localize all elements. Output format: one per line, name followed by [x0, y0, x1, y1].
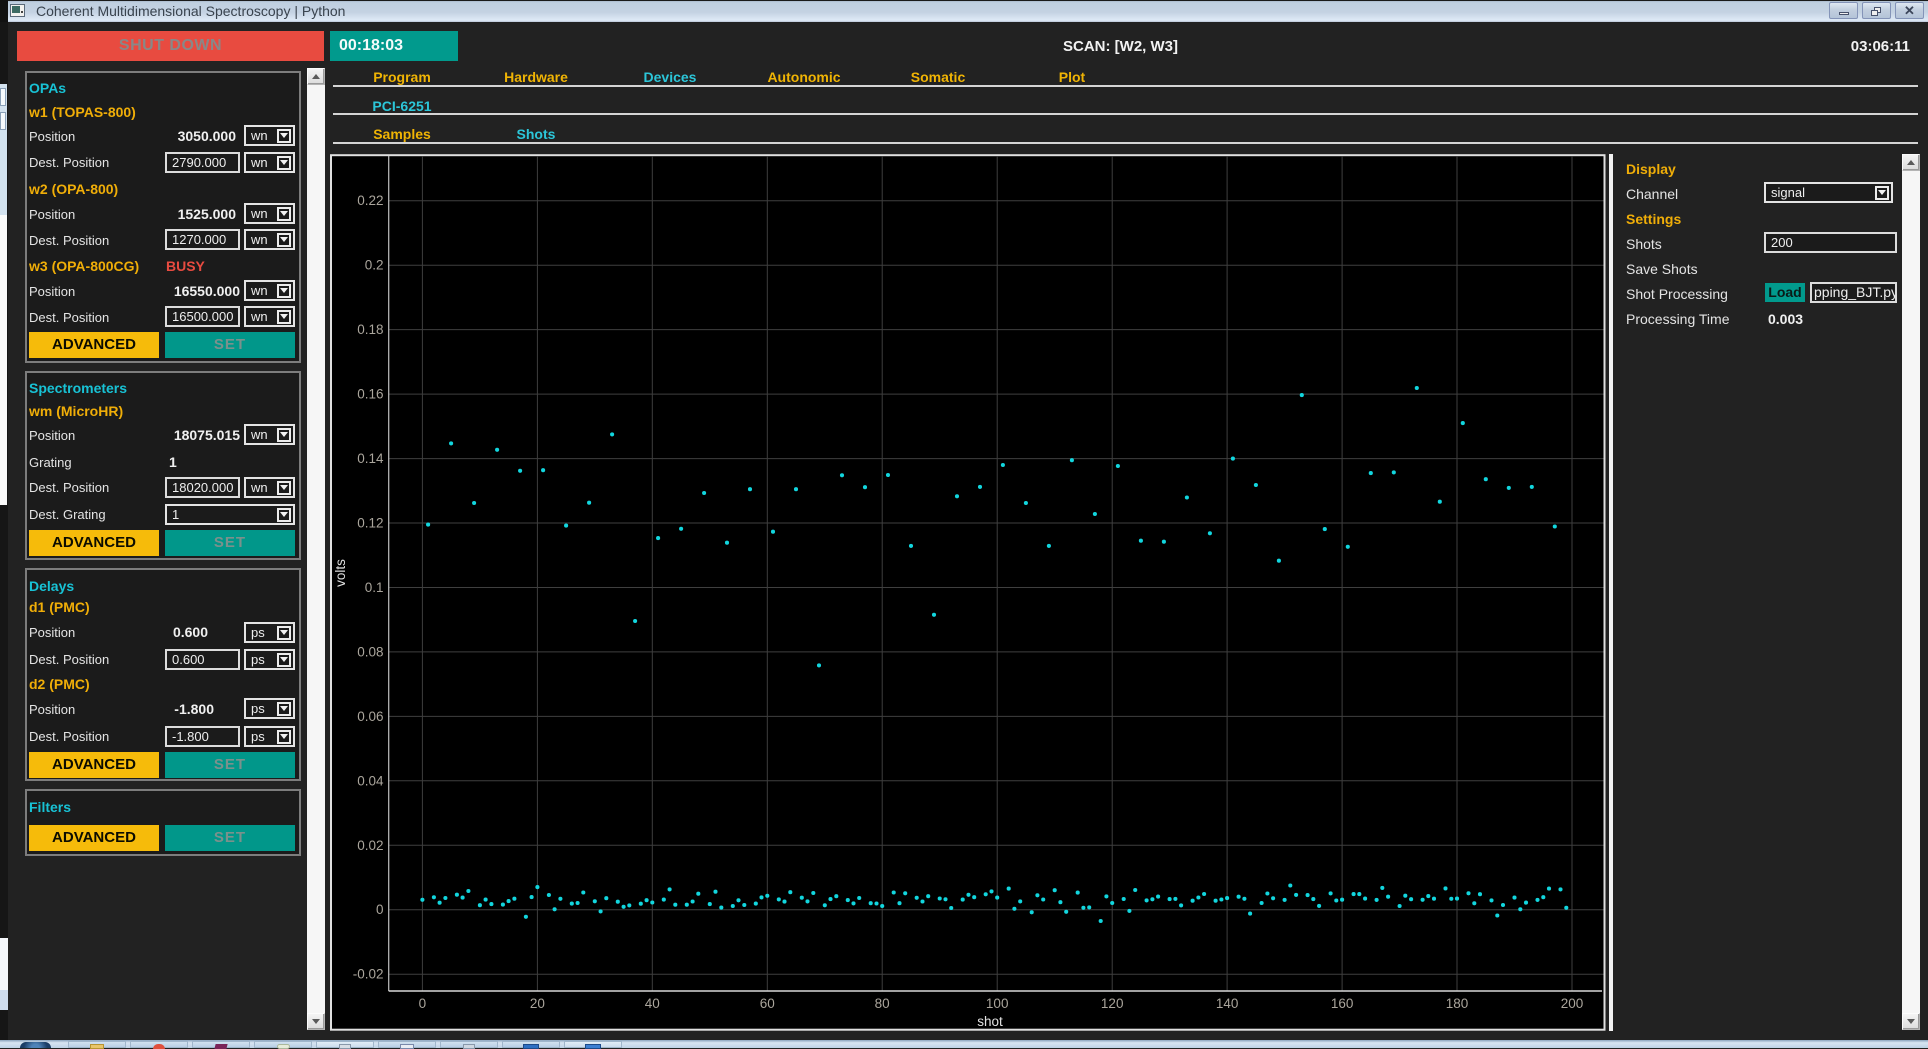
- svg-text:140: 140: [1216, 996, 1239, 1011]
- svg-text:0.12: 0.12: [357, 516, 383, 531]
- svg-text:0.16: 0.16: [357, 387, 383, 402]
- svg-text:0.06: 0.06: [357, 709, 383, 724]
- svg-text:40: 40: [645, 996, 660, 1011]
- svg-text:80: 80: [875, 996, 890, 1011]
- svg-text:200: 200: [1561, 996, 1584, 1011]
- svg-text:0.2: 0.2: [365, 258, 384, 273]
- svg-text:20: 20: [530, 996, 545, 1011]
- svg-text:0: 0: [376, 902, 384, 917]
- svg-text:0.1: 0.1: [365, 580, 384, 595]
- svg-text:0.02: 0.02: [357, 838, 383, 853]
- svg-text:100: 100: [986, 996, 1009, 1011]
- svg-text:180: 180: [1446, 996, 1469, 1011]
- svg-text:160: 160: [1331, 996, 1354, 1011]
- svg-text:0.22: 0.22: [357, 193, 383, 208]
- svg-text:120: 120: [1101, 996, 1124, 1011]
- svg-text:0: 0: [419, 996, 427, 1011]
- svg-text:0.18: 0.18: [357, 322, 383, 337]
- svg-text:shot: shot: [977, 1014, 1003, 1029]
- svg-text:60: 60: [760, 996, 775, 1011]
- svg-text:0.08: 0.08: [357, 644, 383, 659]
- svg-text:0.14: 0.14: [357, 451, 384, 466]
- svg-text:volts: volts: [333, 559, 348, 587]
- svg-text:0.04: 0.04: [357, 773, 384, 788]
- svg-text:-0.02: -0.02: [353, 967, 384, 982]
